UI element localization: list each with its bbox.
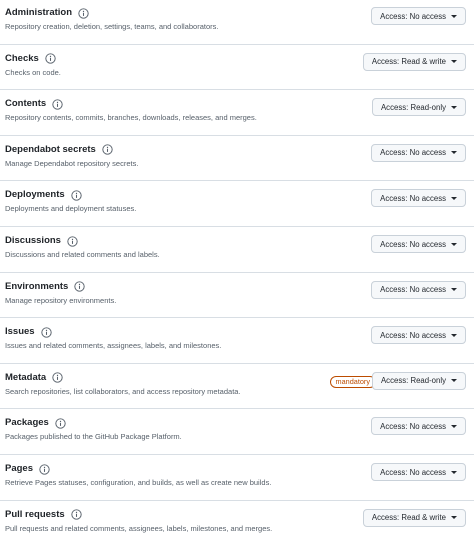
- access-dropdown-button[interactable]: Access: No access: [371, 326, 466, 345]
- caret-down-icon: [451, 516, 457, 520]
- info-icon[interactable]: [67, 235, 78, 247]
- permission-title-line: Issues: [5, 325, 52, 339]
- access-dropdown-button[interactable]: Access: Read-only: [371, 371, 466, 390]
- permission-title: Contents: [5, 98, 47, 110]
- info-icon[interactable]: [78, 7, 89, 19]
- permission-description: Repository creation, deletion, settings,…: [5, 22, 219, 31]
- caret-down-icon: [451, 288, 457, 292]
- permission-title-line: Environments: [5, 280, 86, 294]
- access-dropdown-button[interactable]: Access: No access: [371, 280, 466, 299]
- permission-title: Discussions: [5, 235, 61, 246]
- mandatory-badge: mandatory: [329, 375, 376, 388]
- access-dropdown-button[interactable]: Access: No access: [371, 235, 466, 253]
- permission-title: Administration: [5, 7, 73, 18]
- access-dropdown-label: Access: Read & write: [371, 57, 446, 67]
- info-icon[interactable]: [102, 144, 113, 155]
- permission-title-line: Pages: [5, 462, 50, 476]
- permission-row-packages: Packages Packages published to the GitHu…: [0, 409, 474, 455]
- caret-down-icon: [451, 470, 457, 474]
- caret-down-icon: [451, 242, 457, 246]
- access-dropdown-button[interactable]: Access: Read & write: [362, 508, 466, 527]
- access-dropdown-button[interactable]: Access: No access: [371, 7, 466, 25]
- permission-title: Pages: [5, 463, 33, 474]
- permission-row-administration: Administration Repository creation, dele…: [0, 0, 474, 45]
- permission-row-pages: Pages Retrieve Pages statuses, configura…: [0, 455, 474, 501]
- caret-down-icon: [451, 333, 457, 337]
- permission-description: Discussions and related comments and lab…: [5, 250, 160, 259]
- permission-title: Packages: [5, 417, 49, 429]
- permissions-list: Administration Repository creation, dele…: [0, 0, 474, 536]
- caret-down-icon: [451, 379, 457, 383]
- permission-row-checks: Checks Checks on code. Access: Read & wr…: [0, 45, 474, 91]
- info-icon[interactable]: [52, 99, 63, 110]
- permission-description: Manage repository environments.: [5, 295, 117, 305]
- permission-row-contents: Contents Repository contents, commits, b…: [0, 90, 474, 136]
- access-dropdown-button[interactable]: Access: Read & write: [362, 52, 466, 71]
- permission-title: Dependabot secrets: [5, 143, 96, 155]
- access-dropdown-label: Access: Read & write: [371, 513, 446, 523]
- permission-description: Repository contents, commits, branches, …: [5, 113, 257, 123]
- permission-row-discussions: Discussions Discussions and related comm…: [0, 227, 474, 273]
- info-icon[interactable]: [40, 327, 52, 338]
- permission-title-line: Contents: [5, 97, 63, 111]
- info-icon[interactable]: [70, 190, 82, 201]
- access-dropdown-label: Access: No access: [380, 421, 446, 431]
- permission-row-deployments: Deployments Deployments and deployment s…: [0, 181, 474, 227]
- info-icon[interactable]: [71, 509, 82, 520]
- access-dropdown-label: Access: No access: [380, 11, 446, 21]
- permission-title-line: Deployments: [5, 188, 82, 202]
- access-dropdown-label: Access: No access: [380, 148, 446, 158]
- permission-title-line: Packages: [5, 416, 66, 430]
- info-icon[interactable]: [45, 53, 56, 64]
- permission-title: Issues: [5, 326, 35, 338]
- permission-row-dependabot-secrets: Dependabot secrets Manage Dependabot rep…: [0, 136, 474, 182]
- caret-down-icon: [451, 424, 457, 428]
- permission-title: Checks: [5, 52, 39, 64]
- access-dropdown-label: Access: No access: [380, 330, 446, 340]
- permission-title-line: Administration: [5, 6, 89, 20]
- info-icon[interactable]: [52, 372, 63, 383]
- info-icon[interactable]: [74, 281, 86, 292]
- permission-row-environments: Environments Manage repository environme…: [0, 273, 474, 319]
- access-dropdown-button[interactable]: Access: No access: [371, 189, 466, 208]
- permission-description: Deployments and deployment statuses.: [5, 204, 137, 214]
- info-icon[interactable]: [55, 418, 66, 429]
- permission-title-line: Discussions: [5, 234, 78, 248]
- access-dropdown-button[interactable]: Access: No access: [371, 143, 466, 162]
- permission-title-line: Pull requests: [5, 508, 82, 522]
- permission-row-metadata: Metadata Search repositories, list colla…: [0, 364, 474, 410]
- permission-title: Deployments: [5, 189, 65, 201]
- permission-description: Manage Dependabot repository secrets.: [5, 158, 139, 168]
- info-icon[interactable]: [39, 463, 50, 475]
- access-dropdown-button[interactable]: Access: No access: [371, 463, 466, 481]
- permission-description: Pull requests and related comments, assi…: [5, 523, 273, 533]
- permission-description: Issues and related comments, assignees, …: [5, 341, 222, 351]
- permission-title-line: Checks: [5, 52, 56, 66]
- permission-title-line: Metadata: [5, 371, 63, 385]
- permission-description: Retrieve Pages statuses, configuration, …: [5, 478, 272, 487]
- permission-title-line: Dependabot secrets: [5, 143, 113, 157]
- permission-description: Checks on code.: [5, 67, 61, 77]
- permission-title: Environments: [5, 280, 69, 292]
- caret-down-icon: [451, 151, 457, 155]
- access-dropdown-label: Access: No access: [380, 285, 446, 295]
- permission-description: Packages published to the GitHub Package…: [5, 432, 182, 442]
- permission-row-pull-requests: Pull requests Pull requests and related …: [0, 501, 474, 536]
- caret-down-icon: [451, 60, 457, 64]
- access-dropdown-label: Access: No access: [380, 467, 446, 477]
- access-dropdown-label: Access: Read-only: [380, 376, 446, 386]
- caret-down-icon: [451, 105, 457, 109]
- access-dropdown-label: Access: Read-only: [380, 102, 446, 112]
- access-dropdown-button[interactable]: Access: No access: [371, 417, 466, 436]
- caret-down-icon: [451, 196, 457, 200]
- access-dropdown-label: Access: No access: [380, 193, 446, 203]
- access-dropdown-button[interactable]: Access: Read-only: [371, 98, 466, 117]
- permission-title: Metadata: [5, 371, 47, 383]
- access-dropdown-label: Access: No access: [380, 239, 446, 249]
- permission-row-issues: Issues Issues and related comments, assi…: [0, 318, 474, 364]
- permission-description: Search repositories, list collaborators,…: [5, 386, 241, 396]
- caret-down-icon: [451, 14, 457, 18]
- permission-title: Pull requests: [5, 508, 65, 520]
